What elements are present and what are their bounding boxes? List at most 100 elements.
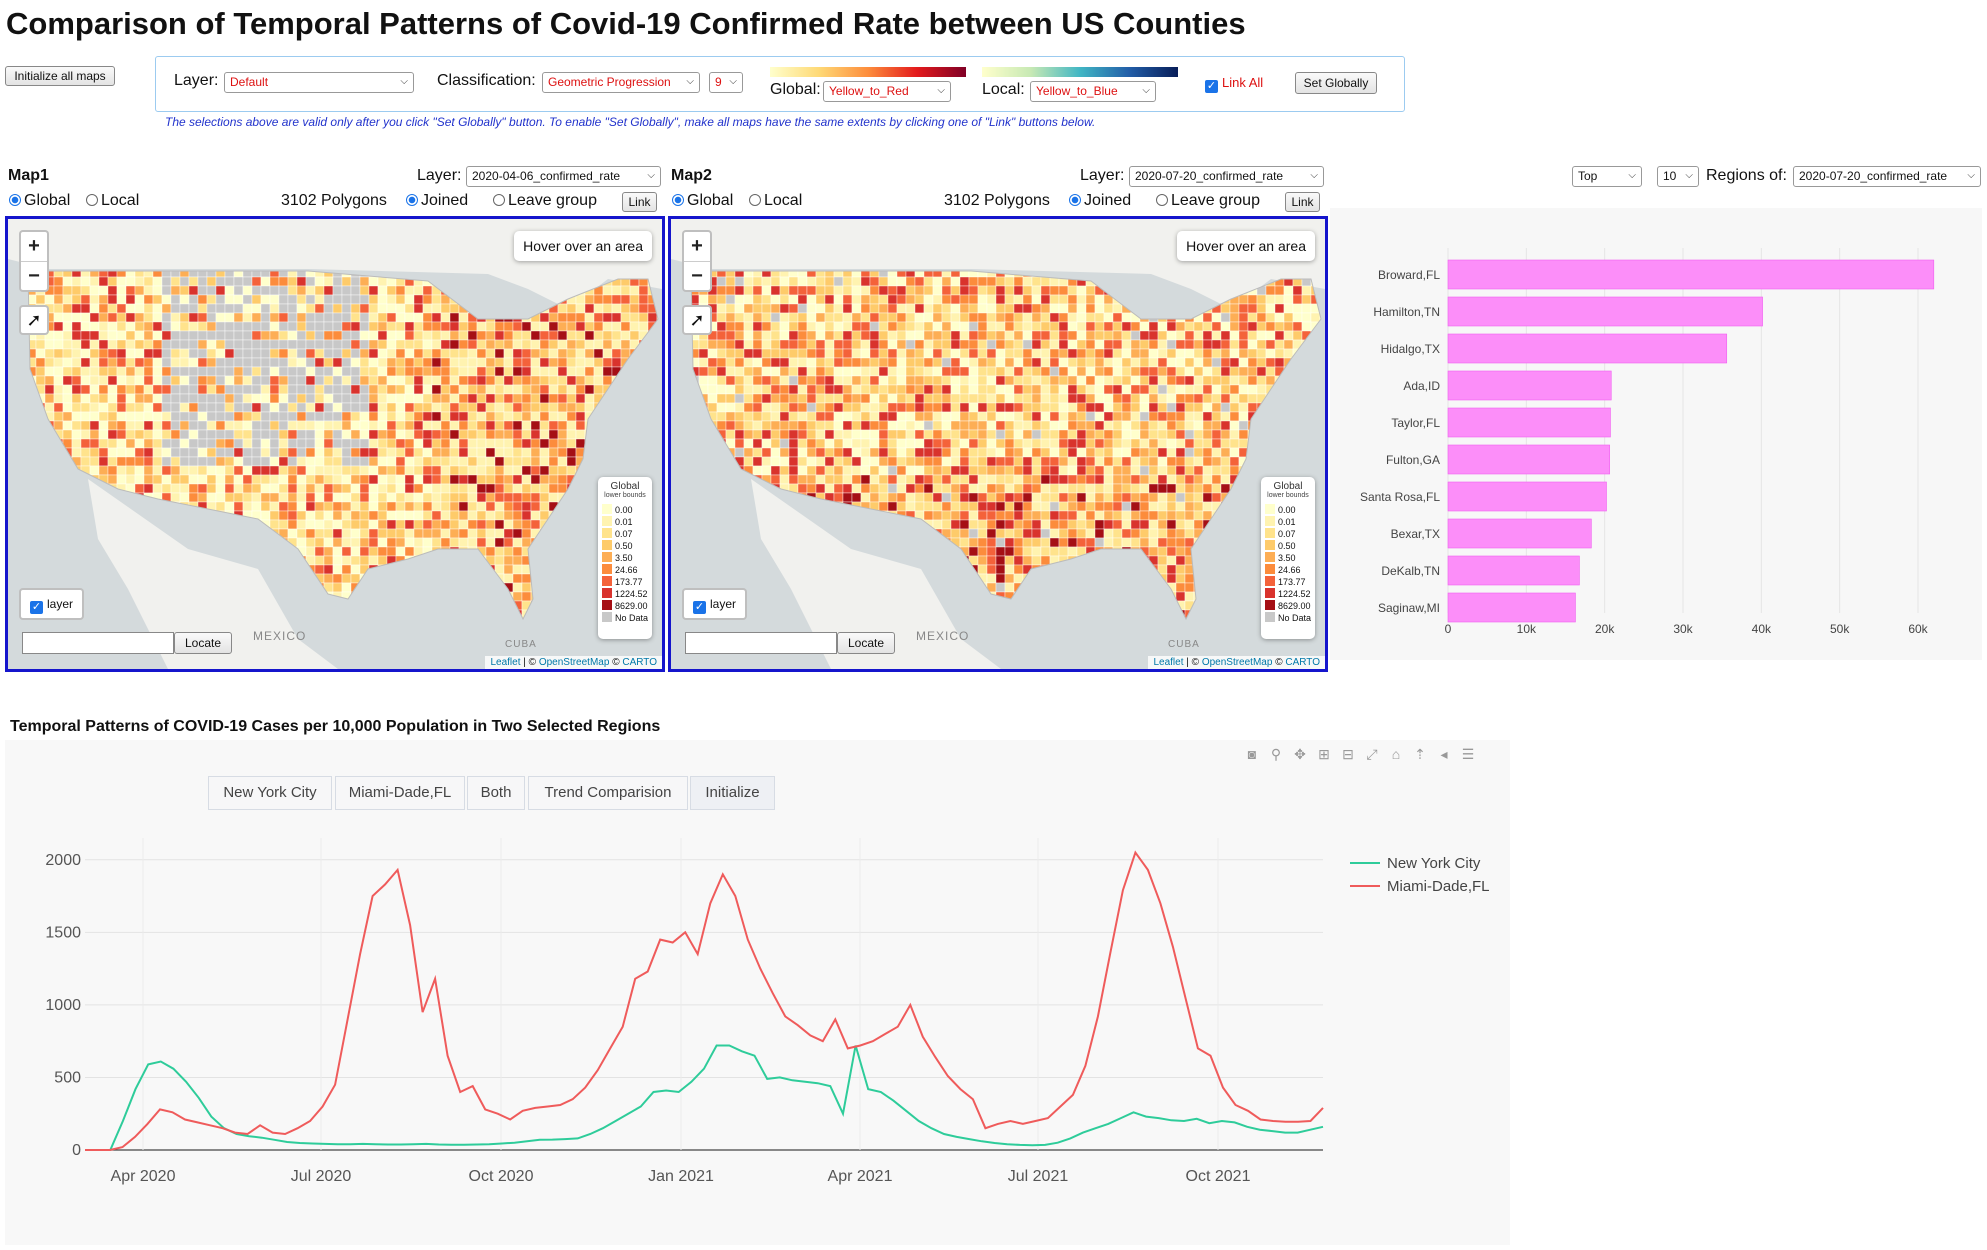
- select-cursor-icon[interactable]: ➚: [682, 305, 712, 335]
- bar-4: [1447, 407, 1611, 438]
- hover-closest-icon[interactable]: ◂: [1434, 746, 1454, 763]
- set-globally-button[interactable]: Set Globally: [1295, 72, 1377, 94]
- legend-label: 3.50: [1278, 553, 1296, 563]
- trace-button-2[interactable]: Both: [467, 776, 525, 810]
- top-bottom-select[interactable]: Top ⌵: [1572, 166, 1642, 187]
- legend-swatch: [602, 600, 612, 610]
- locate-button[interactable]: Locate: [174, 632, 232, 654]
- map2-global-radio[interactable]: Global: [672, 192, 733, 210]
- attribution-sep: ©: [1272, 657, 1286, 668]
- radio-selected-icon: [9, 194, 21, 206]
- osm-link[interactable]: OpenStreetMap: [1202, 657, 1273, 668]
- carto-link[interactable]: CARTO: [1285, 657, 1320, 668]
- mexico-label: MEXICO: [916, 629, 970, 643]
- category-label: Bexar,TX: [1391, 527, 1440, 541]
- trace-button-3[interactable]: Trend Comparision: [528, 776, 688, 810]
- zoom-control: + −: [19, 230, 49, 292]
- initialize-all-maps-button[interactable]: Initialize all maps: [5, 66, 115, 86]
- y-tick-label: 0: [72, 1142, 81, 1159]
- map2-layer-select[interactable]: 2020-07-20_confirmed_rate ⌵: [1129, 166, 1324, 187]
- legend-entry: 0.50: [1265, 540, 1311, 552]
- legend-label: 8629.00: [1278, 601, 1311, 611]
- autoscale-icon[interactable]: ⤢: [1362, 746, 1382, 763]
- zoom-in-button[interactable]: +: [21, 232, 47, 262]
- chevron-down-icon: ⌵: [729, 76, 737, 87]
- legend-label: No Data: [615, 613, 649, 623]
- trace-button-1[interactable]: Miami-Dade,FL: [335, 776, 465, 810]
- zoom-out-button[interactable]: −: [21, 262, 47, 291]
- map2-joined-radio[interactable]: Joined: [1069, 192, 1131, 210]
- global-color-select[interactable]: Yellow_to_Red ⌵: [823, 81, 951, 102]
- radio-icon: [749, 194, 761, 206]
- locate-button[interactable]: Locate: [837, 632, 895, 654]
- legend-entry: 0.07: [602, 528, 648, 540]
- top-regions-bar-chart: 0 10k 20k 30k 40k 50k 60k Broward,FL Hamilton,TN…: [1330, 208, 1982, 660]
- regions-layer-select[interactable]: 2020-07-20_confirmed_rate ⌵: [1793, 166, 1981, 187]
- map1-global-radio[interactable]: Global: [9, 192, 70, 210]
- x-tick-label: Oct 2021: [1186, 1168, 1251, 1185]
- map1-local-radio[interactable]: Local: [86, 192, 139, 210]
- map1[interactable]: MEXICO CUBA + − ➚ Hover over an area Glob…: [5, 216, 665, 672]
- home-icon[interactable]: ⌂: [1386, 746, 1406, 762]
- camera-icon[interactable]: ◙: [1242, 746, 1262, 762]
- map-attribution: Leaflet | © OpenStreetMap © CARTO: [485, 656, 662, 669]
- locate-input[interactable]: [685, 632, 837, 654]
- legend-entry: 8629.00: [602, 600, 648, 612]
- legend-entry: 0.00: [1265, 504, 1311, 516]
- x-tick-label: Jul 2021: [1008, 1168, 1069, 1185]
- map2-leave-group-radio[interactable]: Leave group: [1156, 192, 1260, 210]
- zoom-out-icon[interactable]: ⊟: [1338, 746, 1358, 763]
- classes-select[interactable]: 9 ⌵: [709, 72, 743, 93]
- layer-toggle[interactable]: ✓ layer: [19, 588, 84, 620]
- map2-link-button[interactable]: Link: [1285, 192, 1320, 212]
- map1-link-button[interactable]: Link: [622, 192, 657, 212]
- layer-select[interactable]: Default ⌵: [224, 72, 414, 93]
- classification-select[interactable]: Geometric Progression ⌵: [542, 72, 700, 93]
- y-tick-label: 1500: [45, 924, 81, 941]
- pan-icon[interactable]: ✥: [1290, 746, 1310, 763]
- zoom-in-icon[interactable]: ⊞: [1314, 746, 1334, 763]
- bar-9: [1447, 592, 1576, 623]
- map-legend: Global lower bounds 0.00 0.01 0.07 0.50 3.50…: [598, 477, 652, 639]
- map2[interactable]: MEXICO CUBA + − ➚ Hover over an area Glob…: [668, 216, 1328, 672]
- trace-button-0[interactable]: New York City: [208, 776, 332, 810]
- legend-subtitle: lower bounds: [1267, 492, 1309, 499]
- legend-label: 0.50: [615, 541, 633, 551]
- hover-compare-icon[interactable]: ☰: [1458, 746, 1478, 763]
- bar-3: [1447, 370, 1612, 401]
- radio-icon: [1156, 194, 1168, 206]
- temporal-line-chart: 0 500 1000 1500 2000 Apr 2020 Jul 2020 Oct 2020…: [45, 838, 1490, 1185]
- trace-button-4[interactable]: Initialize: [690, 776, 775, 810]
- zoom-icon[interactable]: ⚲: [1266, 746, 1286, 763]
- legend-entry: No Data: [602, 612, 648, 624]
- legend-swatch: [1265, 528, 1275, 538]
- map2-local-radio[interactable]: Local: [749, 192, 802, 210]
- chevron-down-icon: ⌵: [937, 85, 945, 96]
- leaflet-link[interactable]: Leaflet: [1153, 657, 1183, 668]
- x-tick-label: Jan 2021: [648, 1168, 714, 1185]
- local-color-select[interactable]: Yellow_to_Blue ⌵: [1030, 81, 1156, 102]
- zoom-in-button[interactable]: +: [684, 232, 710, 262]
- leaflet-link[interactable]: Leaflet: [490, 657, 520, 668]
- osm-link[interactable]: OpenStreetMap: [539, 657, 610, 668]
- locate-input[interactable]: [22, 632, 174, 654]
- zoom-out-button[interactable]: −: [684, 262, 710, 291]
- map1-layer-select[interactable]: 2020-04-06_confirmed_rate ⌵: [466, 166, 661, 187]
- select-cursor-icon[interactable]: ➚: [19, 305, 49, 335]
- count-select[interactable]: 10 ⌵: [1657, 166, 1699, 187]
- series-line-0: [85, 1044, 1324, 1151]
- link-all-checkbox[interactable]: ✓ Link All: [1205, 75, 1263, 93]
- hover-info-box: Hover over an area: [514, 231, 652, 261]
- layer-toggle[interactable]: ✓ layer: [682, 588, 747, 620]
- x-tick-label: 60k: [1908, 622, 1928, 636]
- spike-lines-icon[interactable]: ⇡: [1410, 746, 1430, 763]
- map1-joined-radio[interactable]: Joined: [406, 192, 468, 210]
- local-color-label: Local:: [982, 81, 1025, 98]
- legend-entry: 0.00: [602, 504, 648, 516]
- bar-2: [1447, 333, 1728, 364]
- map1-leave-group-radio[interactable]: Leave group: [493, 192, 597, 210]
- legend-entry: 8629.00: [1265, 600, 1311, 612]
- legend-entry: No Data: [1265, 612, 1311, 624]
- map2-global-label: Global: [687, 192, 734, 209]
- carto-link[interactable]: CARTO: [622, 657, 657, 668]
